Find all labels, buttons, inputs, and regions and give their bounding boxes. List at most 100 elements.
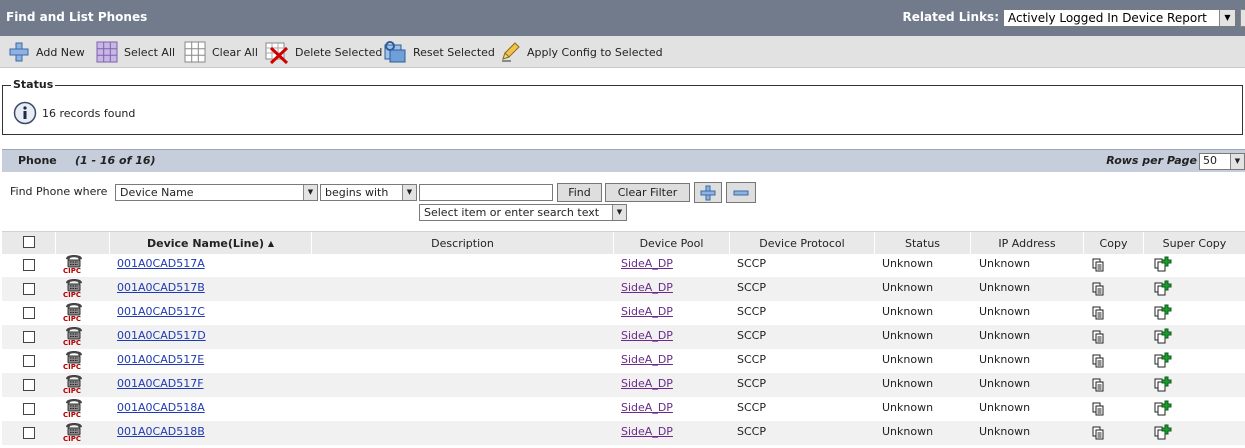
- col-ip-address[interactable]: IP Address: [970, 232, 1083, 255]
- search-item-select[interactable]: Select item or enter search text ▼: [419, 204, 627, 221]
- plus-icon: [700, 185, 716, 201]
- row-checkbox[interactable]: [23, 403, 35, 415]
- table-row: CIPC 001A0CAD518A SideA_DP SCCP Unknown Unkno…: [2, 397, 1245, 421]
- copy-icon[interactable]: [1092, 402, 1104, 416]
- copy-icon[interactable]: [1092, 426, 1104, 440]
- device-type-label: CIPC: [63, 363, 82, 371]
- page-title: Find and List Phones: [6, 10, 148, 24]
- copy-icon[interactable]: [1092, 354, 1104, 368]
- table-row: CIPC 001A0CAD517B SideA_DP SCCP Unknown Unkno…: [2, 277, 1245, 301]
- col-super-copy: Super Copy: [1143, 232, 1245, 255]
- super-copy-icon[interactable]: [1154, 304, 1172, 320]
- row-checkbox[interactable]: [23, 355, 35, 367]
- device-type-label: CIPC: [63, 267, 82, 275]
- device-name-link[interactable]: 001A0CAD517C: [117, 305, 205, 318]
- device-protocol-cell: SCCP: [737, 329, 766, 342]
- ip-address-cell: Unknown: [979, 281, 1031, 294]
- chevron-down-icon: ▼: [303, 185, 317, 200]
- apply-config-button[interactable]: Apply Config to Selected: [499, 36, 663, 68]
- device-name-link[interactable]: 001A0CAD517B: [117, 281, 205, 294]
- row-checkbox[interactable]: [23, 379, 35, 391]
- col-device-protocol[interactable]: Device Protocol: [729, 232, 874, 255]
- col-device-name[interactable]: Device Name(Line) ▲: [109, 232, 311, 255]
- table-row: CIPC 001A0CAD517E SideA_DP SCCP Unknown Unkno…: [2, 349, 1245, 373]
- toolbar: Add New Select All Clear All Delete Sele…: [0, 36, 1245, 68]
- device-pool-link[interactable]: SideA_DP: [621, 305, 673, 318]
- copy-icon[interactable]: [1092, 282, 1104, 296]
- device-type-label: CIPC: [63, 411, 82, 419]
- table-row: CIPC 001A0CAD517F SideA_DP SCCP Unknown Unkno…: [2, 373, 1245, 397]
- device-name-link[interactable]: 001A0CAD517D: [117, 329, 206, 342]
- super-copy-icon[interactable]: [1154, 328, 1172, 344]
- related-links-select[interactable]: Actively Logged In Device Report ▼: [1003, 9, 1236, 27]
- device-pool-link[interactable]: SideA_DP: [621, 377, 673, 390]
- col-copy: Copy: [1083, 232, 1143, 255]
- select-all-button[interactable]: Select All: [96, 36, 175, 68]
- table-row: CIPC 001A0CAD517D SideA_DP SCCP Unknown Unkno…: [2, 325, 1245, 349]
- clear-all-button[interactable]: Clear All: [184, 36, 258, 68]
- search-input[interactable]: [419, 184, 553, 201]
- super-copy-icon[interactable]: [1154, 280, 1172, 296]
- rows-per-page-label: Rows per Page: [1106, 154, 1197, 167]
- col-description[interactable]: Description: [311, 232, 613, 255]
- device-pool-link[interactable]: SideA_DP: [621, 425, 673, 438]
- search-operator-select[interactable]: begins with ▼: [320, 184, 417, 201]
- phone-icon: CIPC: [61, 398, 85, 420]
- rows-per-page-select[interactable]: 50 ▼: [1199, 153, 1245, 170]
- row-checkbox[interactable]: [23, 307, 35, 319]
- row-checkbox[interactable]: [23, 427, 35, 439]
- device-pool-link[interactable]: SideA_DP: [621, 329, 673, 342]
- device-type-label: CIPC: [63, 435, 82, 443]
- device-type-label: CIPC: [63, 387, 82, 395]
- col-status[interactable]: Status: [874, 232, 970, 255]
- find-button[interactable]: Find: [557, 183, 602, 202]
- info-icon: [13, 101, 37, 125]
- select-all-checkbox[interactable]: [23, 236, 35, 248]
- device-name-link[interactable]: 001A0CAD518A: [117, 401, 205, 414]
- device-name-link[interactable]: 001A0CAD518B: [117, 425, 205, 438]
- device-pool-link[interactable]: SideA_DP: [621, 281, 673, 294]
- super-copy-icon[interactable]: [1154, 376, 1172, 392]
- super-copy-icon[interactable]: [1154, 400, 1172, 416]
- copy-icon[interactable]: [1092, 258, 1104, 272]
- copy-icon[interactable]: [1092, 330, 1104, 344]
- device-pool-link[interactable]: SideA_DP: [621, 353, 673, 366]
- ip-address-cell: Unknown: [979, 377, 1031, 390]
- record-range: (1 - 16 of 16): [75, 154, 156, 167]
- add-criteria-button[interactable]: [694, 182, 722, 203]
- status-cell: Unknown: [882, 425, 934, 438]
- device-name-link[interactable]: 001A0CAD517E: [117, 353, 204, 366]
- ip-address-cell: Unknown: [979, 401, 1031, 414]
- device-name-link[interactable]: 001A0CAD517A: [117, 257, 205, 270]
- phone-icon: CIPC: [61, 350, 85, 372]
- reset-selected-button[interactable]: Reset Selected: [383, 36, 495, 68]
- ip-address-cell: Unknown: [979, 353, 1031, 366]
- title-bar: Find and List Phones Related Links: Acti…: [0, 0, 1245, 36]
- super-copy-icon[interactable]: [1154, 424, 1172, 440]
- add-new-button[interactable]: Add New: [8, 36, 85, 68]
- related-links-go-button[interactable]: [1240, 9, 1245, 27]
- col-device-pool[interactable]: Device Pool: [613, 232, 729, 255]
- device-protocol-cell: SCCP: [737, 425, 766, 438]
- device-name-link[interactable]: 001A0CAD517F: [117, 377, 204, 390]
- super-copy-icon[interactable]: [1154, 352, 1172, 368]
- super-copy-icon[interactable]: [1154, 256, 1172, 272]
- device-pool-link[interactable]: SideA_DP: [621, 401, 673, 414]
- row-checkbox[interactable]: [23, 331, 35, 343]
- chevron-down-icon: ▼: [612, 205, 626, 220]
- search-field-select[interactable]: Device Name ▼: [115, 184, 318, 201]
- table-header: Device Name(Line) ▲ Description Device P…: [2, 231, 1245, 255]
- device-pool-link[interactable]: SideA_DP: [621, 257, 673, 270]
- status-cell: Unknown: [882, 257, 934, 270]
- row-checkbox[interactable]: [23, 283, 35, 295]
- clear-filter-button[interactable]: Clear Filter: [605, 183, 690, 202]
- copy-icon[interactable]: [1092, 378, 1104, 392]
- device-protocol-cell: SCCP: [737, 305, 766, 318]
- status-message: 16 records found: [13, 101, 135, 125]
- remove-criteria-button[interactable]: [726, 182, 756, 203]
- device-protocol-cell: SCCP: [737, 257, 766, 270]
- status-cell: Unknown: [882, 329, 934, 342]
- row-checkbox[interactable]: [23, 259, 35, 271]
- delete-selected-button[interactable]: Delete Selected: [265, 36, 382, 68]
- copy-icon[interactable]: [1092, 306, 1104, 320]
